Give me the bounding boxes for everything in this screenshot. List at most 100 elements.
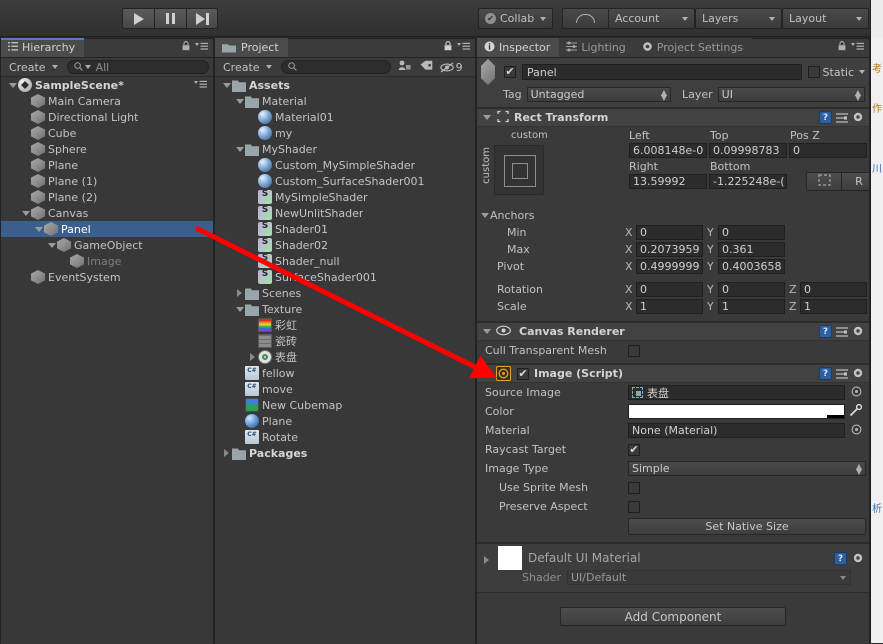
blueprint-mode-button[interactable] <box>806 172 842 191</box>
tab-hierarchy[interactable]: Hierarchy <box>1 38 85 57</box>
tab-project-settings[interactable]: Project Settings <box>634 38 753 57</box>
hierarchy-item-plane-2[interactable]: Plane (2) <box>1 189 213 205</box>
disclosure-triangle-icon[interactable] <box>46 237 57 253</box>
static-toggle[interactable]: Static <box>807 66 865 79</box>
project-item-[interactable]: 表盘 <box>215 349 475 365</box>
image-script-header[interactable]: Image (Script) <box>477 365 869 383</box>
use-sprite-mesh-checkbox[interactable] <box>628 481 640 494</box>
object-enabled-checkbox[interactable] <box>504 66 516 78</box>
collab-button[interactable]: ✔ Collab <box>478 8 553 29</box>
collapse-triangle-icon[interactable] <box>481 552 492 568</box>
gear-icon[interactable] <box>852 367 865 380</box>
collapse-triangle-icon[interactable] <box>481 110 492 126</box>
hierarchy-item-main-camera[interactable]: Main Camera <box>1 93 213 109</box>
shader-dropdown[interactable]: UI/Default <box>566 569 851 585</box>
project-item-plane[interactable]: Plane <box>215 413 475 429</box>
lock-icon[interactable] <box>838 41 846 54</box>
rotation-z-field[interactable]: 0 <box>800 282 867 297</box>
project-item-[interactable]: 瓷砖 <box>215 333 475 349</box>
scale-z-field[interactable]: 1 <box>800 299 867 314</box>
disclosure-triangle-icon[interactable] <box>33 221 44 237</box>
project-item-custom-surfaceshader001[interactable]: Custom_SurfaceShader001 <box>215 173 475 189</box>
hierarchy-item-samplescene[interactable]: SampleScene* <box>1 77 213 93</box>
gear-icon[interactable] <box>852 552 865 565</box>
project-item-[interactable]: 彩虹 <box>215 317 475 333</box>
project-item-material01[interactable]: Material01 <box>215 109 475 125</box>
help-icon[interactable] <box>819 325 832 338</box>
hierarchy-item-plane-1[interactable]: Plane (1) <box>1 173 213 189</box>
scene-view-sliver[interactable]: 考 作 川 析 <box>870 0 883 643</box>
hierarchy-tree[interactable]: SampleScene* Main Camera Directional Light… <box>1 77 213 644</box>
project-item-shader02[interactable]: Shader02 <box>215 237 475 253</box>
color-swatch[interactable] <box>628 404 845 419</box>
hamburger-icon[interactable] <box>457 41 470 54</box>
help-icon[interactable] <box>819 367 832 380</box>
layers-button[interactable]: Layers <box>695 8 782 29</box>
disclosure-triangle-icon[interactable] <box>7 77 18 93</box>
static-checkbox[interactable] <box>807 66 820 78</box>
tab-inspector[interactable]: Inspector <box>477 38 560 57</box>
saved-search-icon[interactable]: 9 <box>439 61 465 74</box>
hierarchy-create-button[interactable]: Create <box>5 60 62 75</box>
image-script-enabled-checkbox[interactable] <box>517 367 529 380</box>
object-name-field[interactable]: Panel <box>522 64 802 80</box>
lock-icon[interactable] <box>444 41 452 54</box>
layer-dropdown[interactable]: UI ▲ ▼ <box>717 86 865 102</box>
anchor-preset-button[interactable] <box>494 145 544 195</box>
disclosure-triangle-icon[interactable] <box>20 205 31 221</box>
tab-project[interactable]: Project <box>215 38 288 57</box>
hierarchy-item-panel[interactable]: Panel <box>1 221 213 237</box>
rect-transform-header[interactable]: Rect Transform <box>477 109 869 127</box>
preset-icon[interactable] <box>836 326 848 338</box>
bottom-field[interactable]: -1.225248e-( <box>709 174 787 189</box>
disclosure-triangle-icon[interactable] <box>234 93 245 109</box>
material-field[interactable]: None (Material) <box>628 423 845 438</box>
project-item-surfaceshader001[interactable]: SurfaceShader001 <box>215 269 475 285</box>
account-button[interactable]: Account <box>608 8 695 29</box>
step-button[interactable] <box>186 8 218 29</box>
add-component-button[interactable]: Add Component <box>560 607 786 626</box>
set-native-size-button[interactable]: Set Native Size <box>628 518 866 535</box>
tab-lighting[interactable]: Lighting <box>559 38 635 57</box>
help-icon[interactable] <box>834 551 847 565</box>
anchor-max-x-field[interactable]: 0.2073959 <box>636 242 703 257</box>
rotation-x-field[interactable]: 0 <box>636 282 703 297</box>
gear-icon[interactable] <box>852 325 865 338</box>
chevron-down-icon[interactable] <box>859 70 865 74</box>
hamburger-icon[interactable] <box>851 41 864 54</box>
project-item-newunlitshader[interactable]: NewUnlitShader <box>215 205 475 221</box>
hierarchy-item-plane[interactable]: Plane <box>1 157 213 173</box>
source-image-field[interactable]: 表盘 <box>628 385 845 400</box>
right-field[interactable]: 13.59992 <box>629 174 707 189</box>
project-item-my[interactable]: my <box>215 125 475 141</box>
anchor-min-y-field[interactable]: 0 <box>718 225 785 240</box>
object-picker-icon[interactable] <box>851 386 862 400</box>
project-search-input[interactable] <box>280 60 391 74</box>
anchor-min-x-field[interactable]: 0 <box>636 225 703 240</box>
collapse-triangle-icon[interactable] <box>481 324 492 340</box>
eyedropper-icon[interactable] <box>849 403 863 420</box>
filter-label-icon[interactable] <box>418 60 435 74</box>
layout-button[interactable]: Layout <box>782 8 869 29</box>
disclosure-triangle-icon[interactable] <box>221 445 232 461</box>
project-item-rotate[interactable]: Rotate <box>215 429 475 445</box>
left-field[interactable]: 6.008148e-0 <box>629 143 707 158</box>
hierarchy-item-directional-light[interactable]: Directional Light <box>1 109 213 125</box>
project-tree[interactable]: Assets Material Material01 my MyShader Custom… <box>215 77 475 644</box>
hierarchy-item-sphere[interactable]: Sphere <box>1 141 213 157</box>
scale-x-field[interactable]: 1 <box>636 299 703 314</box>
anchor-max-y-field[interactable]: 0.361 <box>718 242 785 257</box>
cull-transparent-mesh-checkbox[interactable] <box>628 344 640 357</box>
preset-icon[interactable] <box>836 368 848 380</box>
image-type-dropdown[interactable]: Simple ▲ ▼ <box>628 461 866 476</box>
collapse-triangle-icon[interactable] <box>481 366 492 382</box>
project-item-material[interactable]: Material <box>215 93 475 109</box>
collapse-triangle-icon[interactable] <box>479 208 490 224</box>
project-item-new-cubemap[interactable]: New Cubemap <box>215 397 475 413</box>
project-item-scenes[interactable]: Scenes <box>215 285 475 301</box>
project-item-move[interactable]: move <box>215 381 475 397</box>
top-field[interactable]: 0.09998783 <box>709 143 787 158</box>
hierarchy-item-image[interactable]: Image <box>1 253 213 269</box>
anchors-foldout[interactable]: Anchors <box>477 207 869 224</box>
rotation-y-field[interactable]: 0 <box>718 282 785 297</box>
